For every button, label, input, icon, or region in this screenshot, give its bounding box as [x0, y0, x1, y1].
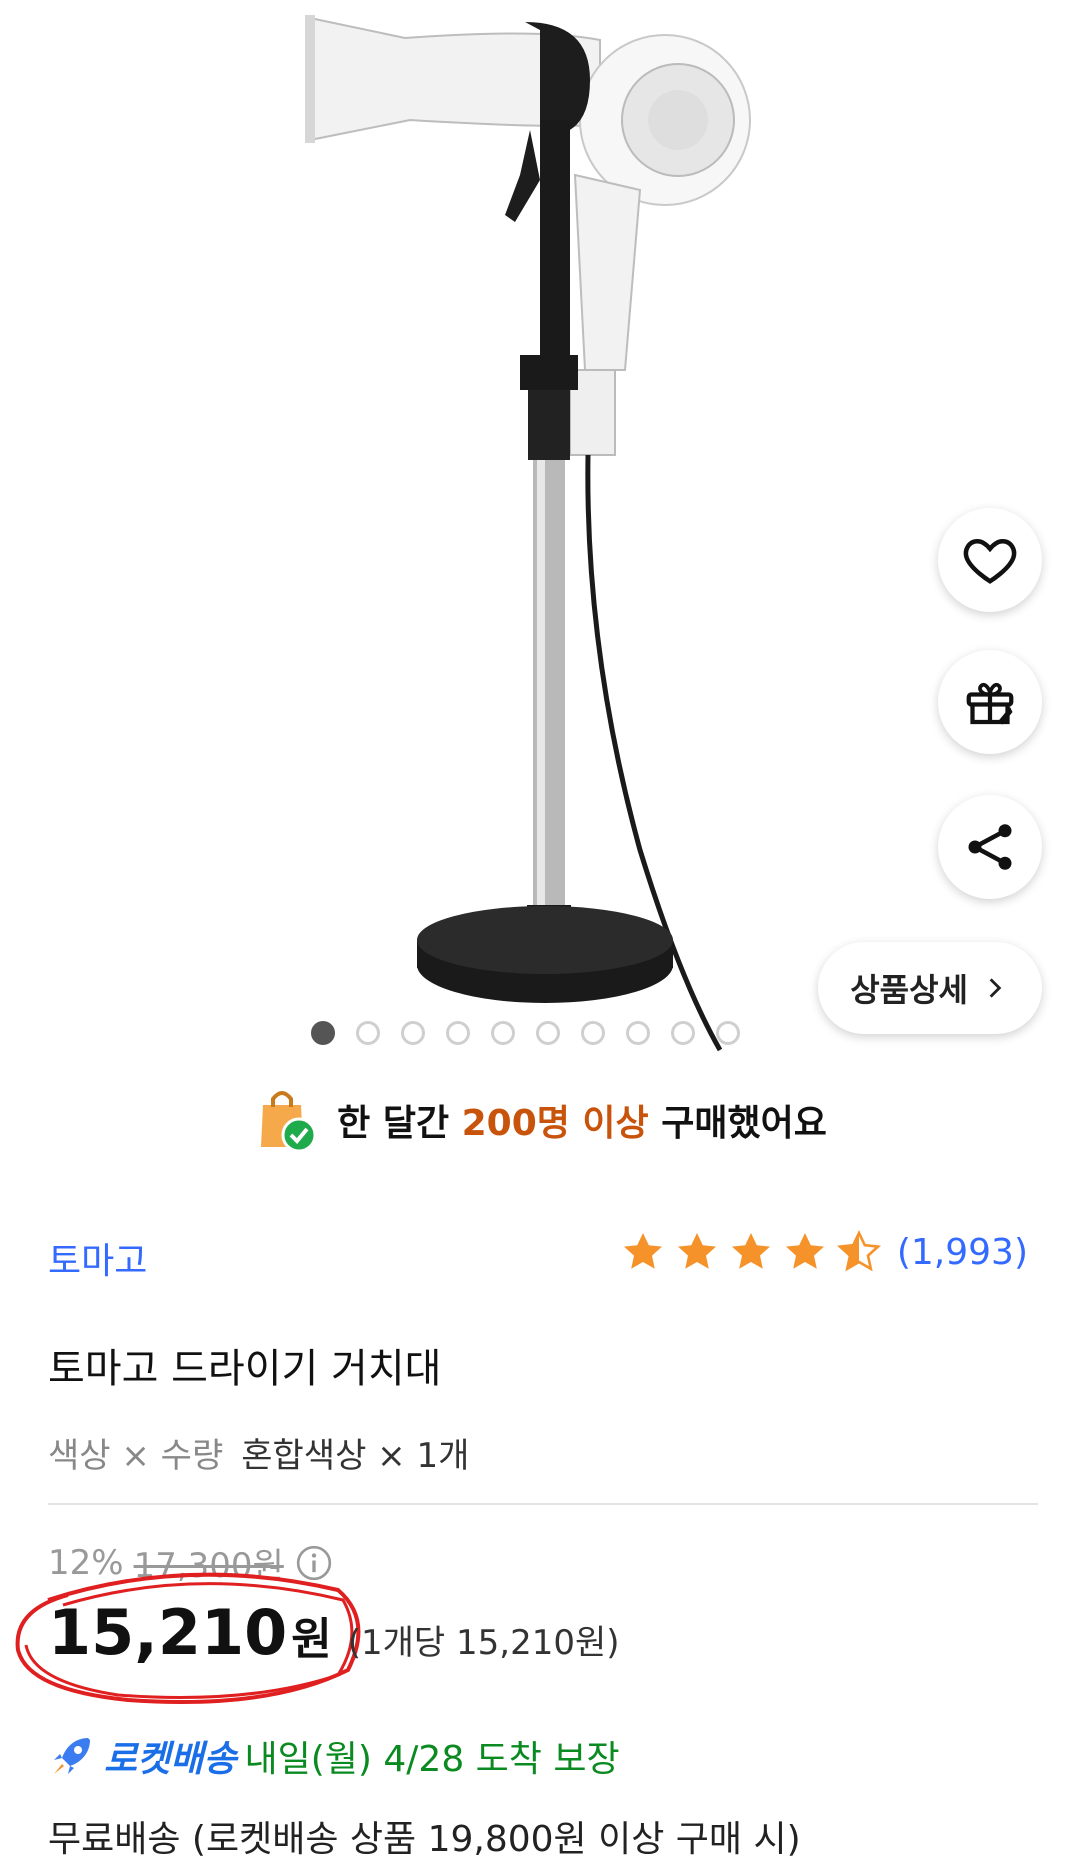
product-detail-button[interactable]: 상품상세 [818, 942, 1042, 1034]
rocket-delivery-badge: 로켓배송 [104, 1739, 237, 1780]
purchase-count-highlight: 200명 이상 [461, 1103, 649, 1144]
purchase-count-prefix: 한 달간 [337, 1103, 450, 1144]
review-count[interactable]: (1,993) [897, 1232, 1028, 1273]
product-image[interactable] [0, 0, 1080, 1060]
star-half-icon [836, 1229, 881, 1272]
brand-link[interactable]: 토마고 [48, 1232, 147, 1284]
product-image-area[interactable] [0, 0, 1080, 1060]
purchase-count-banner: 한 달간 200명 이상 구매했어요 [0, 1085, 1080, 1155]
carousel-dot[interactable] [356, 1021, 380, 1045]
carousel-dot[interactable] [671, 1021, 695, 1045]
product-detail-label: 상품상세 [850, 971, 968, 1009]
share-button[interactable] [938, 795, 1042, 899]
sale-price: 15,210 [48, 1596, 288, 1669]
gift-button[interactable] [938, 650, 1042, 754]
carousel-dot[interactable] [626, 1021, 650, 1045]
sale-price-currency: 원 [291, 1614, 332, 1665]
star-icon [677, 1233, 716, 1269]
star-icon [623, 1233, 662, 1269]
arrival-date: 내일(월) 4/28 도착 보장 [244, 1739, 620, 1780]
option-value: 혼합색상 × 1개 [241, 1436, 470, 1476]
star-icon [785, 1233, 824, 1269]
option-summary[interactable]: 색상 × 수량 혼합색상 × 1개 [48, 1428, 469, 1477]
carousel-dot[interactable] [716, 1021, 740, 1045]
carousel-dot[interactable] [536, 1021, 560, 1045]
rocket-icon [54, 1738, 90, 1774]
carousel-dot[interactable] [491, 1021, 515, 1045]
share-icon [968, 824, 1012, 870]
heart-icon [963, 538, 1017, 584]
divider [48, 1503, 1038, 1505]
gift-icon [966, 682, 1014, 725]
shopping-bag-check-icon [261, 1091, 317, 1153]
star-icon [731, 1233, 770, 1269]
carousel-indicator [311, 1021, 740, 1045]
rating[interactable]: (1,993) [619, 1228, 1028, 1276]
carousel-dot[interactable] [401, 1021, 425, 1045]
carousel-dot[interactable] [581, 1021, 605, 1045]
unit-price: (1개당 15,210원) [347, 1623, 620, 1663]
sale-price-row: 15,210 원 (1개당 15,210원) [48, 1596, 620, 1669]
delivery-info: 로켓배송 내일(월) 4/28 도착 보장 [48, 1730, 620, 1782]
free-shipping-note: 무료배송 (로켓배송 상품 19,800원 이상 구매 시) [48, 1819, 801, 1860]
option-label: 색상 × 수량 [48, 1436, 224, 1476]
product-title: 토마고 드라이기 거치대 [48, 1346, 442, 1392]
carousel-dot[interactable] [311, 1021, 335, 1045]
chevron-right-icon [989, 978, 1002, 998]
wishlist-button[interactable] [938, 508, 1042, 612]
carousel-dot[interactable] [446, 1021, 470, 1045]
purchase-count-suffix: 구매했어요 [661, 1103, 827, 1144]
